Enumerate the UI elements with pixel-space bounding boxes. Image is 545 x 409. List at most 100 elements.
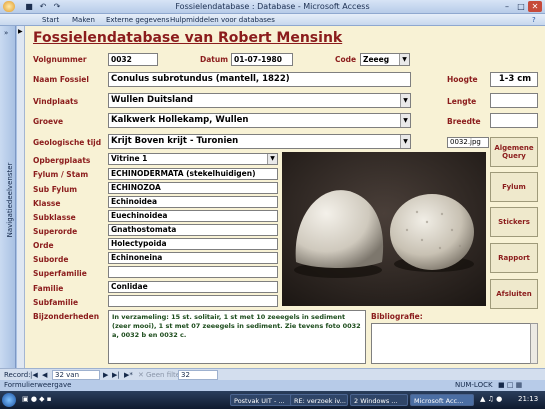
code-label: Code <box>335 55 357 64</box>
fossil-photo <box>282 152 486 306</box>
bibliografie-memo[interactable] <box>371 323 538 364</box>
geologische-tijd-label: Geologische tijd <box>33 138 102 147</box>
view-switch-icons[interactable]: ■ □ ▦ <box>498 381 522 389</box>
nav-pane-label: Navigatiedeelvenster <box>6 162 14 238</box>
taxonomy-label: Fylum / Stam <box>33 170 89 179</box>
taxonomy-field[interactable]: Holectypoida <box>108 238 278 250</box>
record-label: Record: <box>4 371 31 379</box>
view-mode-text: Formulierweergave <box>4 381 72 389</box>
maximize-icon[interactable]: □ <box>514 1 528 12</box>
taxonomy-field[interactable]: ECHINODERMATA (stekelhuidigen) <box>108 168 278 180</box>
code-dropdown[interactable]: Zeeeg ▼ <box>360 53 410 66</box>
taxonomy-label: Superfamilie <box>33 269 87 278</box>
taskbar: ▣ ● ◆ ▪ Postvak UIT - ... RE: verzoek iv… <box>0 391 545 409</box>
taskbar-item-active[interactable]: Microsoft Acc... <box>410 394 474 406</box>
last-record-icon[interactable]: ▶| <box>112 371 120 379</box>
next-record-icon[interactable]: ▶ <box>103 371 108 379</box>
volgnummer-label: Volgnummer <box>33 55 87 64</box>
tray-icons[interactable]: ▲ ♫ ● <box>480 395 502 403</box>
stickers-button[interactable]: Stickers <box>490 207 538 237</box>
vindplaats-label: Vindplaats <box>33 97 79 106</box>
datum-field[interactable]: 01-07-1980 <box>231 53 293 66</box>
help-icon[interactable]: ? <box>532 16 536 24</box>
nav-expand-icon[interactable]: » <box>4 29 8 37</box>
groeve-dropdown[interactable]: Kalkwerk Hollekamp, Wullen ▼ <box>108 113 411 128</box>
algemene-query-button[interactable]: Algemene Query <box>490 137 538 167</box>
hoogte-field[interactable]: 1-3 cm <box>490 72 538 87</box>
taxonomy-field[interactable]: Gnathostomata <box>108 224 278 236</box>
title-bar: ■ ↶ ↷ Fossielendatabase : Database - Mic… <box>0 0 545 14</box>
breedte-field[interactable] <box>490 113 538 128</box>
tab-maken[interactable]: Maken <box>72 16 95 24</box>
tab-hulpmiddelen[interactable]: Hulpmiddelen voor databases <box>170 16 275 24</box>
tab-start[interactable]: Start <box>42 16 59 24</box>
first-record-icon[interactable]: |◀ <box>30 371 38 379</box>
taxonomy-field[interactable]: Conlidae <box>108 281 278 293</box>
vindplaats-value: Wullen Duitsland <box>111 95 193 105</box>
bijzonderheden-memo[interactable]: In verzameling: 15 st. solitair, 1 st me… <box>108 310 366 364</box>
taxonomy-field[interactable]: Euechinoidea <box>108 210 278 222</box>
naam-label: Naam Fossiel <box>33 75 89 84</box>
chevron-down-icon[interactable]: ▼ <box>400 135 410 148</box>
lengte-label: Lengte <box>447 97 477 106</box>
chevron-down-icon[interactable]: ▼ <box>267 154 277 164</box>
code-value: Zeeeg <box>363 55 390 64</box>
chevron-down-icon[interactable]: ▼ <box>399 54 409 65</box>
new-record-icon[interactable]: ▶* <box>124 371 133 379</box>
fylum-button[interactable]: Fylum <box>490 172 538 202</box>
bijzonderheden-label: Bijzonderheden <box>33 312 100 321</box>
datum-label: Datum <box>200 55 229 64</box>
chevron-down-icon[interactable]: ▼ <box>400 94 410 107</box>
bibliografie-scrollbar[interactable] <box>530 323 538 364</box>
taxonomy-label: Familie <box>33 284 64 293</box>
taskbar-item[interactable]: RE: verzoek iv... <box>290 394 348 406</box>
hoogte-label: Hoogte <box>447 75 478 84</box>
taxonomy-label: Subklasse <box>33 213 76 222</box>
filter-icon: ✕ <box>138 371 144 379</box>
form-title: Fossielendatabase van Robert Mensink <box>33 30 343 46</box>
rapport-button[interactable]: Rapport <box>490 243 538 273</box>
record-selector[interactable]: ▶ <box>17 26 25 368</box>
previous-record-icon[interactable]: ◀ <box>42 371 47 379</box>
taxonomy-label: Sub Fylum <box>33 185 78 194</box>
bibliografie-label: Bibliografie: <box>371 312 423 321</box>
window-title: Fossielendatabase : Database - Microsoft… <box>175 2 370 11</box>
close-icon[interactable]: ✕ <box>528 1 542 12</box>
minimize-icon[interactable]: – <box>500 1 514 12</box>
opbergplaats-dropdown[interactable]: Vitrine 1 ▼ <box>108 153 278 165</box>
chevron-down-icon[interactable]: ▼ <box>400 114 410 127</box>
groeve-value: Kalkwerk Hollekamp, Wullen <box>111 115 249 125</box>
breedte-label: Breedte <box>447 117 481 126</box>
taskbar-item[interactable]: Postvak UIT - ... <box>230 394 296 406</box>
vindplaats-dropdown[interactable]: Wullen Duitsland ▼ <box>108 93 411 108</box>
naam-field[interactable]: Conulus subrotundus (mantell, 1822) <box>108 72 411 87</box>
volgnummer-field[interactable]: 0032 <box>108 53 158 66</box>
navigation-pane[interactable]: » Navigatiedeelvenster <box>0 26 16 368</box>
current-record-icon: ▶ <box>18 28 23 35</box>
lengte-field[interactable] <box>490 93 538 108</box>
taxonomy-field[interactable]: Echinoneina <box>108 252 278 264</box>
taxonomy-field[interactable]: ECHINOZOA <box>108 182 278 194</box>
tab-externe-gegevens[interactable]: Externe gegevens <box>106 16 169 24</box>
num-lock-indicator: NUM-LOCK <box>455 381 493 389</box>
quick-launch-icons[interactable]: ▣ ● ◆ ▪ <box>22 395 52 403</box>
fossil-photo-art <box>282 152 486 306</box>
taskbar-item[interactable]: 2 Windows ... <box>350 394 408 406</box>
record-navigation: Record: |◀ ◀ 32 van 1084 ▶ ▶| ▶* ✕ Geen … <box>0 368 545 387</box>
image-filename: 0032.jpg <box>447 137 489 148</box>
afsluiten-button[interactable]: Afsluiten <box>490 279 538 309</box>
start-button[interactable] <box>2 393 16 407</box>
search-input[interactable]: 32 <box>178 370 218 380</box>
groeve-label: Groeve <box>33 117 64 126</box>
taxonomy-label: Klasse <box>33 199 61 208</box>
taxonomy-field[interactable] <box>108 266 278 278</box>
taxonomy-field[interactable] <box>108 295 278 307</box>
opbergplaats-value: Vitrine 1 <box>111 154 148 163</box>
geologische-tijd-dropdown[interactable]: Krijt Boven krijt - Turonien ▼ <box>108 134 411 149</box>
status-bar: Formulierweergave NUM-LOCK ■ □ ▦ <box>0 380 545 391</box>
ribbon-tabs: Start Maken Externe gegevens Hulpmiddele… <box>0 14 545 26</box>
taxonomy-label: Subfamilie <box>33 298 79 307</box>
record-position[interactable]: 32 van 1084 <box>52 370 100 387</box>
taxonomy-field[interactable]: Echinoidea <box>108 196 278 208</box>
taxonomy-label: Orde <box>33 241 54 250</box>
